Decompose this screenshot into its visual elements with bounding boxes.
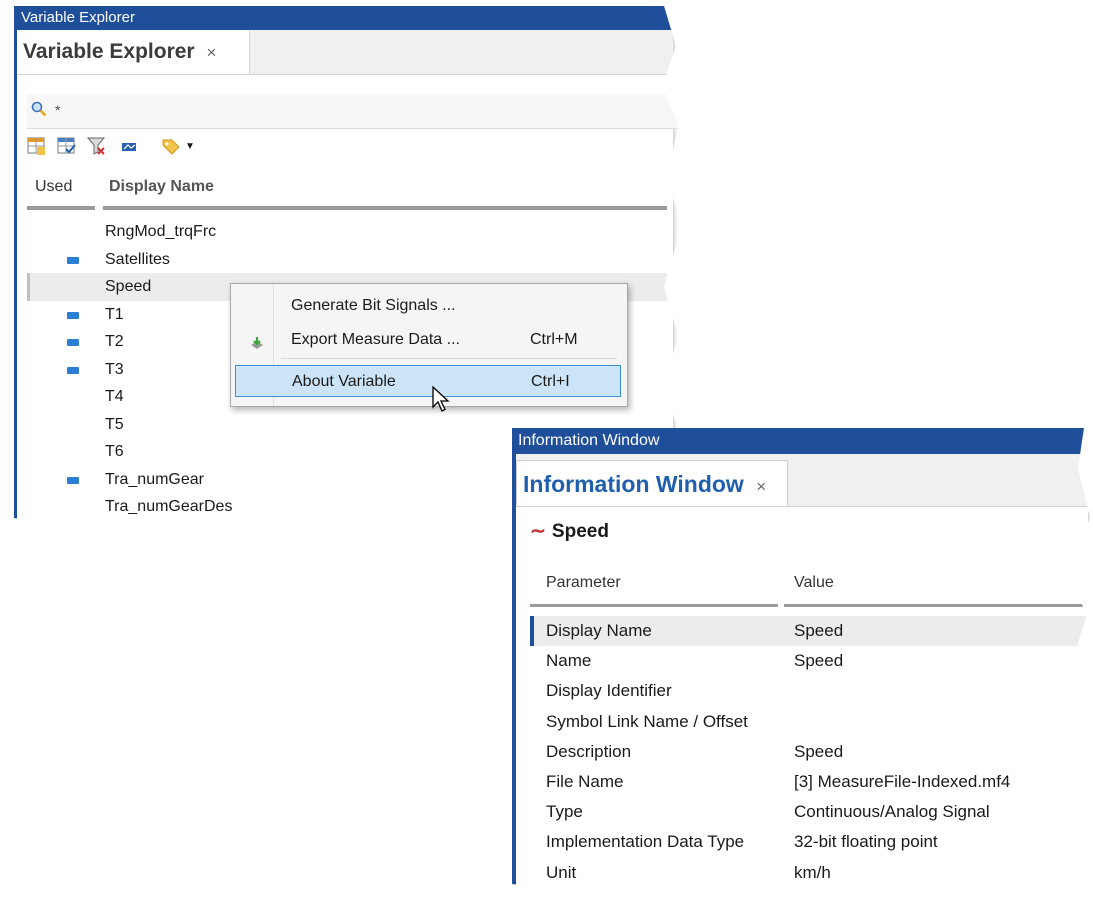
menu-item-label: Generate Bit Signals ... — [291, 297, 456, 314]
used-marker-icon — [67, 311, 79, 319]
toolbar: ▼ — [27, 132, 347, 162]
analog-signal-icon: ∼ — [530, 521, 546, 542]
table-header: Used Display Name — [27, 176, 677, 212]
value-cell: [3] MeasureFile-Indexed.mf4 — [794, 771, 1011, 791]
value-cell: Continuous/Analog Signal — [794, 802, 990, 822]
variable-name: Satellites — [105, 250, 170, 268]
clear-filter-icon[interactable] — [86, 136, 107, 156]
parameter-cell: Description — [546, 741, 632, 761]
variable-heading: ∼ Speed — [530, 520, 609, 543]
variable-name: Speed — [551, 521, 609, 542]
parameter-cell: Symbol Link Name / Offset — [546, 711, 748, 731]
context-menu: Generate Bit Signals ... Export Measure … — [230, 283, 628, 407]
tab-label: Variable Explorer — [23, 40, 195, 63]
export-icon — [249, 332, 265, 349]
variable-name: Tra_numGear — [105, 470, 204, 488]
menu-item-export-measure-data[interactable]: Export Measure Data ... Ctrl+M — [235, 324, 621, 356]
value-cell: 32-bit floating point — [794, 832, 938, 852]
menu-item-about-variable[interactable]: About Variable Ctrl+I — [235, 365, 621, 397]
variable-name: T1 — [105, 305, 124, 323]
variable-name: T3 — [105, 360, 124, 378]
tag-icon[interactable] — [161, 136, 181, 156]
table-check-icon[interactable] — [57, 136, 77, 156]
signal-icon[interactable] — [119, 136, 139, 156]
variable-name: T5 — [105, 415, 124, 433]
table-row[interactable]: Symbol Link Name / Offset — [530, 707, 1090, 737]
parameter-cell: Unit — [546, 862, 577, 882]
table-row-selected[interactable]: Display Name Speed — [530, 616, 1090, 647]
tab-label: Information Window — [523, 471, 744, 497]
tab-information-window[interactable]: Information Window × — [516, 460, 788, 506]
table-row[interactable]: File Name [3] MeasureFile-Indexed.mf4 — [530, 767, 1090, 797]
mouse-cursor-icon — [431, 385, 455, 416]
property-table: Display Name Speed Name Speed Display Iden… — [530, 616, 1090, 888]
table-row[interactable]: Unit km/h — [530, 858, 1090, 888]
value-cell: km/h — [794, 862, 831, 882]
tab-bar: Variable Explorer × — [17, 30, 673, 75]
column-header-display-name[interactable]: Display Name — [109, 178, 214, 196]
variable-name: Tra_numGearDes — [105, 498, 233, 515]
menu-item-label: About Variable — [292, 373, 396, 390]
table-row[interactable]: Implementation Data Type 32-bit floating … — [530, 827, 1090, 857]
variable-name: Speed — [105, 278, 152, 295]
parameter-cell: Display Name — [546, 621, 652, 640]
table-header: Parameter Value — [530, 570, 1090, 610]
table-add-icon[interactable] — [27, 136, 47, 156]
column-header-parameter[interactable]: Parameter — [546, 574, 621, 592]
list-item[interactable]: RngMod_trqFrc — [27, 218, 667, 246]
used-marker-icon — [67, 339, 79, 346]
table-row[interactable]: Description Speed — [530, 737, 1090, 767]
table-row[interactable]: Display Identifier — [530, 676, 1090, 706]
value-cell: Speed — [794, 651, 844, 671]
parameter-cell: Display Identifier — [546, 681, 672, 701]
parameter-cell: File Name — [546, 771, 624, 791]
column-header-used[interactable]: Used — [35, 178, 72, 196]
menu-item-label: Export Measure Data ... — [291, 331, 460, 348]
information-window: Information Window Information Window × … — [512, 428, 1090, 896]
value-cell: Speed — [794, 621, 844, 640]
search-input[interactable]: * — [55, 102, 60, 118]
used-marker-icon — [67, 256, 79, 264]
tab-variable-explorer[interactable]: Variable Explorer × — [17, 30, 250, 74]
value-cell: Speed — [794, 741, 844, 761]
used-marker-icon — [67, 476, 79, 484]
menu-separator — [281, 358, 617, 359]
menu-item-generate-bit-signals[interactable]: Generate Bit Signals ... — [235, 290, 621, 322]
chevron-down-icon[interactable]: ▼ — [185, 141, 205, 161]
tab-bar: Information Window × — [516, 454, 1088, 507]
table-row[interactable]: Type Continuous/Analog Signal — [530, 797, 1090, 827]
menu-item-shortcut: Ctrl+M — [530, 331, 578, 348]
parameter-cell: Implementation Data Type — [546, 832, 745, 852]
list-item[interactable]: Satellites — [27, 246, 667, 274]
menu-item-shortcut: Ctrl+I — [531, 373, 570, 390]
close-icon[interactable]: × — [206, 43, 216, 62]
parameter-cell: Type — [546, 802, 583, 822]
variable-name: T4 — [105, 388, 124, 405]
window-title: Variable Explorer — [17, 6, 673, 30]
search-box[interactable]: * — [27, 94, 677, 129]
variable-name: RngMod_trqFrc — [105, 223, 217, 240]
variable-name: T2 — [105, 333, 124, 350]
used-marker-icon — [67, 366, 79, 374]
variable-name: T6 — [105, 443, 124, 460]
header-divider — [27, 206, 667, 210]
header-divider — [530, 604, 1090, 607]
close-icon[interactable]: × — [756, 477, 766, 496]
window-title: Information Window — [516, 428, 1088, 454]
column-header-value[interactable]: Value — [794, 574, 834, 592]
search-icon — [31, 101, 47, 122]
parameter-cell: Name — [546, 651, 592, 671]
table-row[interactable]: Name Speed — [530, 646, 1090, 676]
